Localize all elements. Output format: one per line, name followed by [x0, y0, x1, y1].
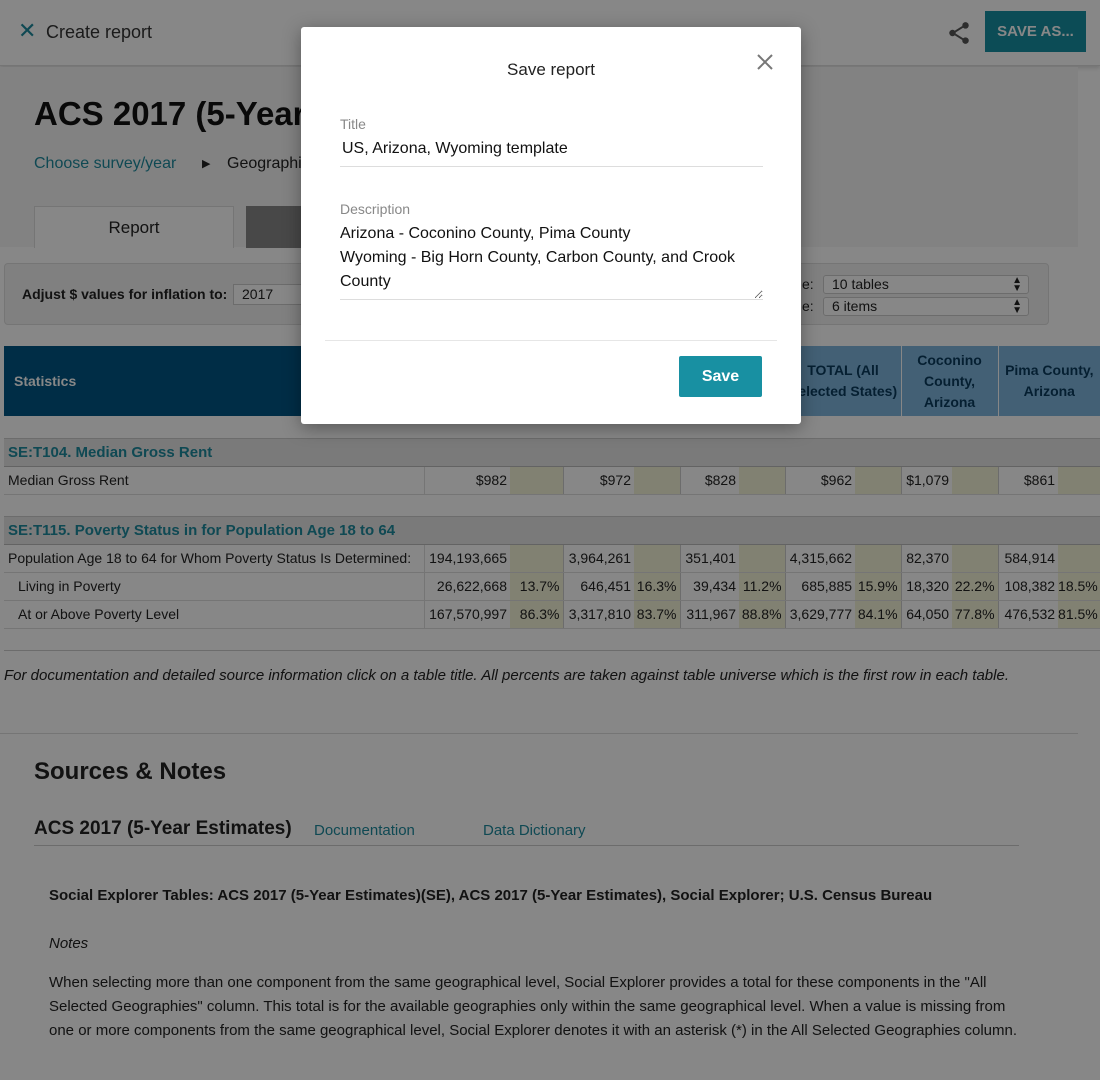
close-icon[interactable]: [754, 51, 776, 73]
dialog-divider: [325, 340, 777, 341]
dialog-title: Save report: [507, 60, 595, 79]
title-field-label: Title: [340, 116, 366, 132]
title-input[interactable]: [340, 137, 763, 167]
save-report-dialog: Save report Title Description Arizona - …: [301, 27, 801, 424]
description-textarea[interactable]: Arizona - Coconino County, Pima County W…: [340, 222, 763, 300]
description-field-label: Description: [340, 201, 411, 217]
save-button[interactable]: Save: [679, 356, 762, 397]
